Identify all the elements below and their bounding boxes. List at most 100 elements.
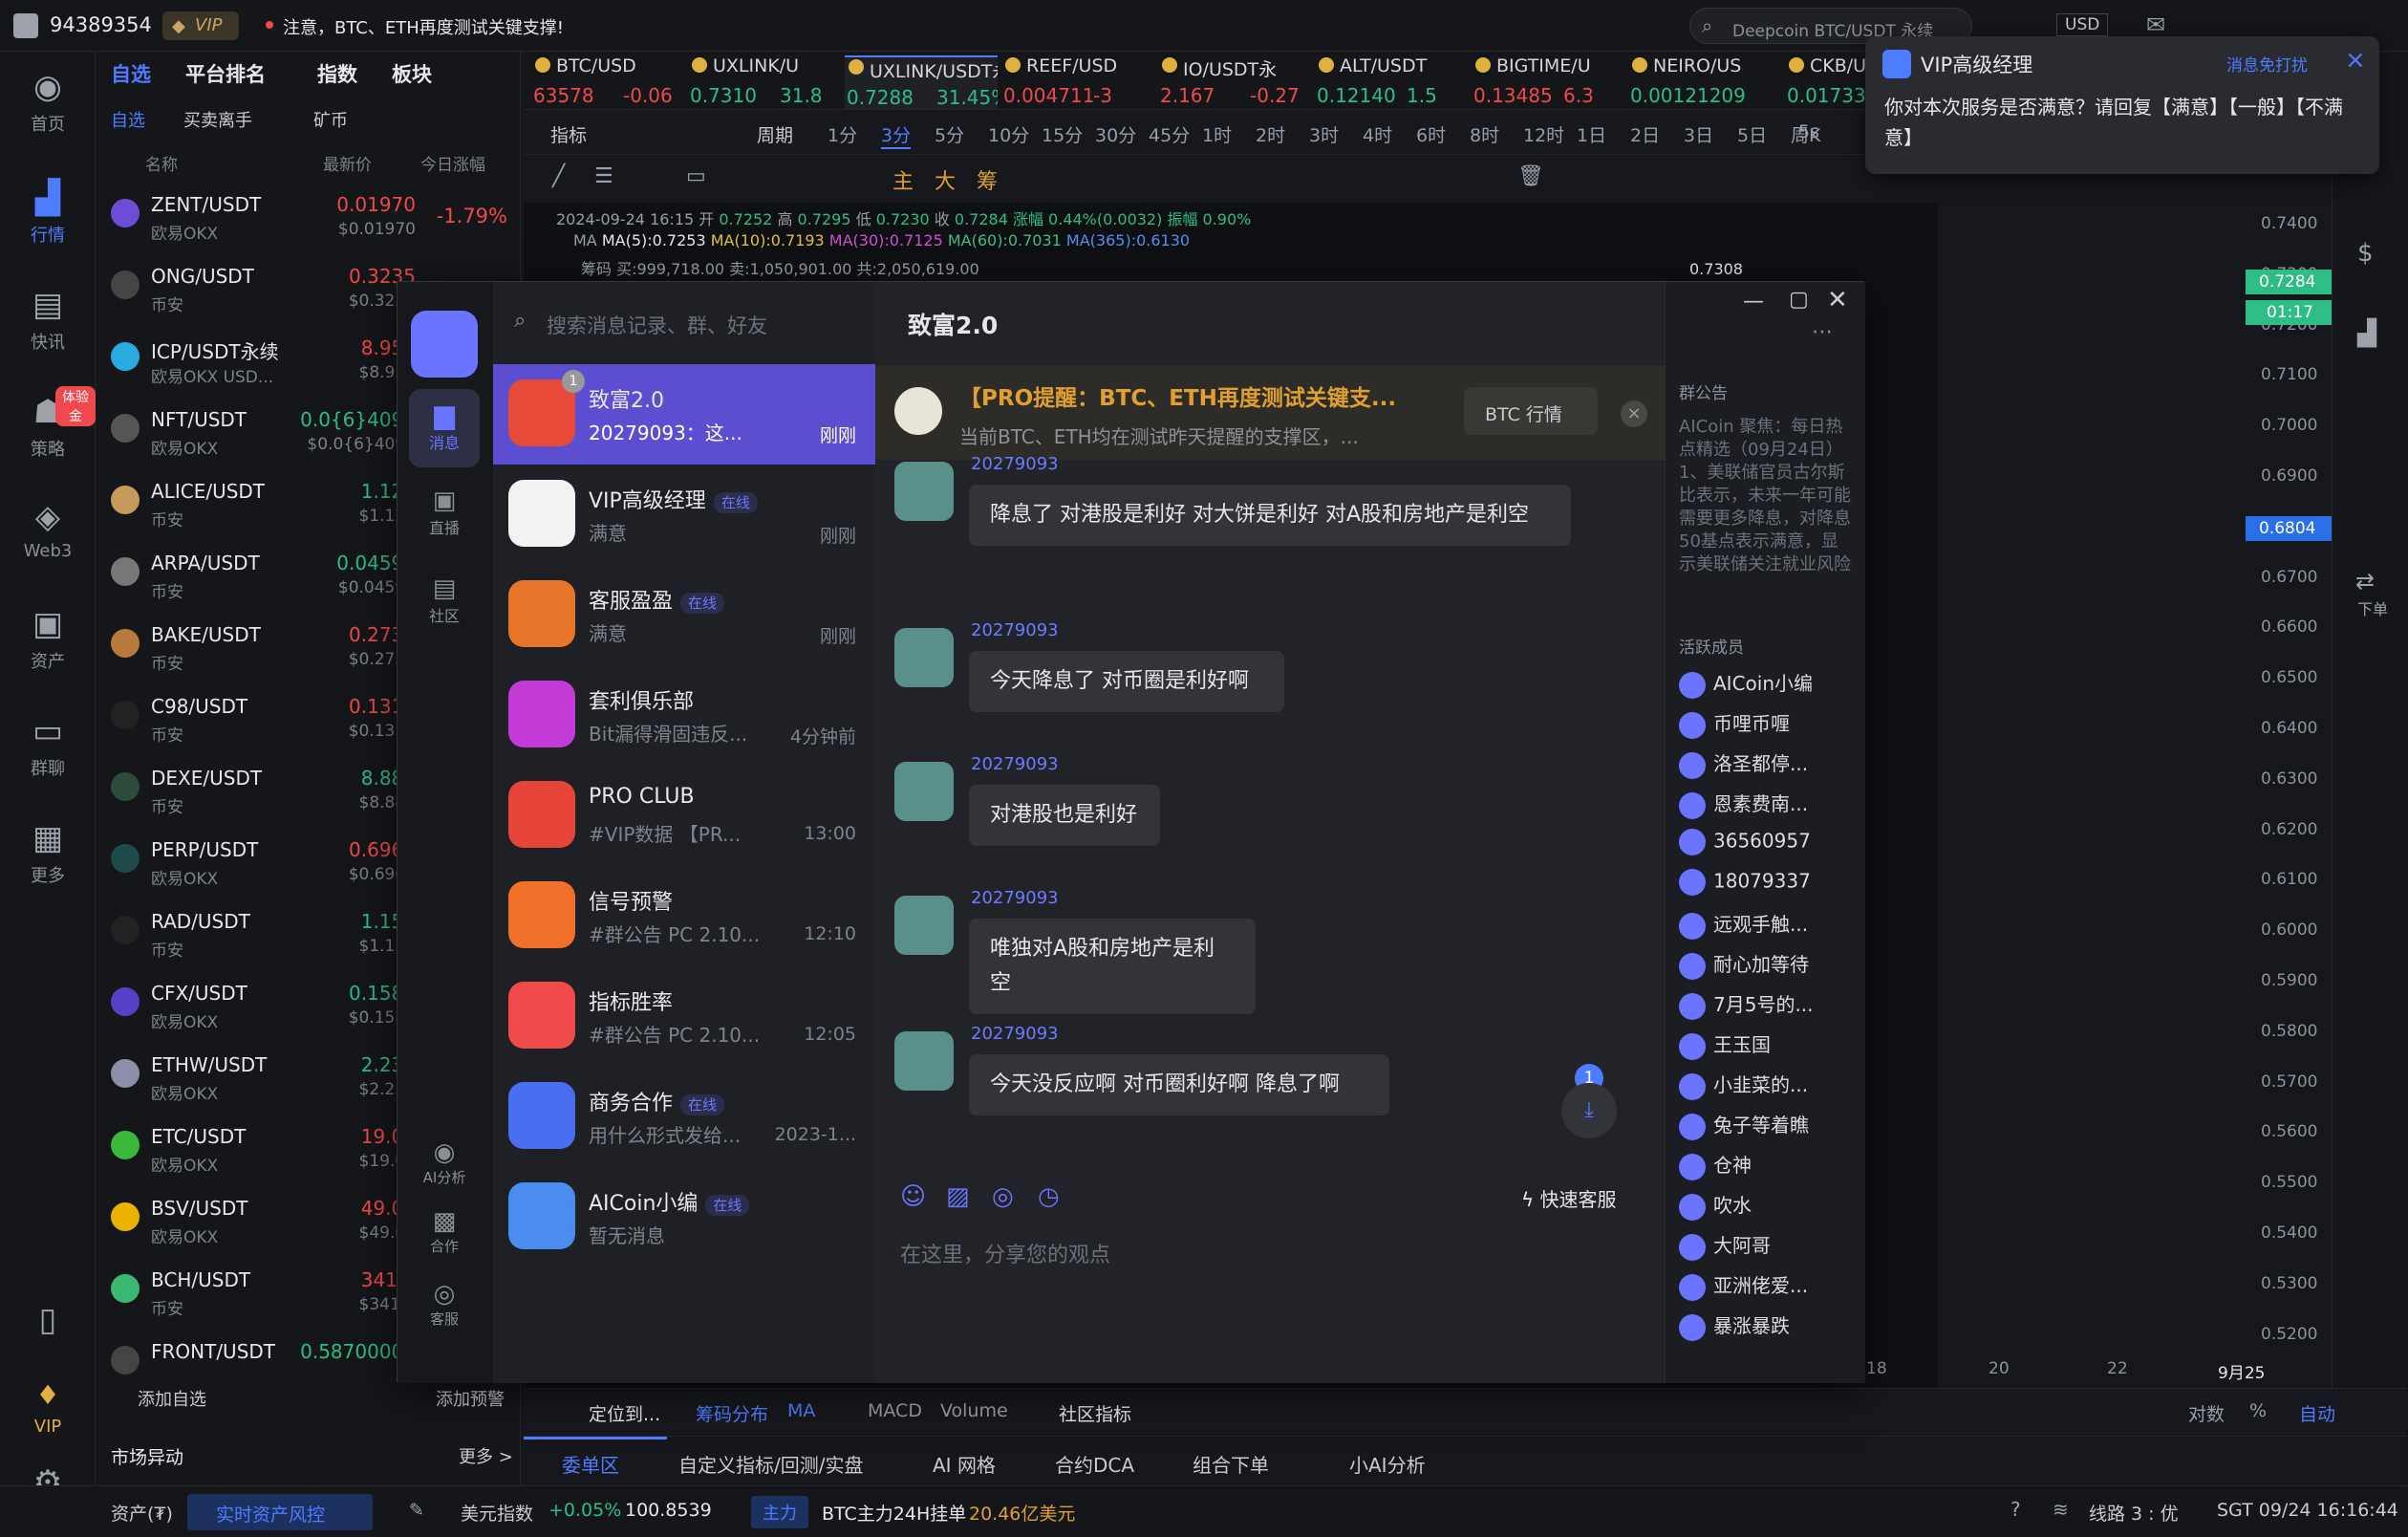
- risk-control-button[interactable]: 实时资产风控: [187, 1494, 373, 1530]
- user-id[interactable]: 94389354: [50, 13, 152, 36]
- frame-8[interactable]: 2时: [1256, 121, 1285, 147]
- conversation-item[interactable]: 套利俱乐部 Bit漏得滑固违反... 4分钟前: [493, 665, 875, 766]
- frame-15[interactable]: 2日: [1630, 121, 1660, 147]
- name-header[interactable]: 名称: [145, 151, 178, 175]
- market-move-label[interactable]: 市场异动: [111, 1443, 183, 1469]
- more-options-icon[interactable]: ⋯: [1812, 320, 1833, 344]
- btc-market-button[interactable]: BTC 行情: [1464, 387, 1598, 435]
- vip-badge[interactable]: ◆ VIP: [162, 11, 239, 40]
- avatar[interactable]: [411, 311, 478, 378]
- message-input[interactable]: 在这里，分享您的观点: [900, 1238, 1645, 1295]
- frame-5[interactable]: 30分: [1095, 121, 1136, 147]
- frame-7[interactable]: 1时: [1202, 121, 1232, 147]
- more-link[interactable]: 更多 >: [459, 1443, 513, 1468]
- member-item[interactable]: 币哩币喱: [1679, 708, 1790, 741]
- watchlist-row[interactable]: ZENT/USDT 欧易OKX 0.01970 $0.01970 -1.79%: [96, 184, 521, 255]
- frame-2[interactable]: 5分: [935, 121, 964, 147]
- tab-sector[interactable]: 板块: [392, 59, 432, 88]
- nav-live[interactable]: ▣ 直播: [409, 487, 480, 563]
- ticker-tab[interactable]: ALT/USDT 0.12140 1.5: [1315, 55, 1468, 109]
- nav-vip[interactable]: ♦ VIP: [0, 1382, 96, 1438]
- main-chip-button[interactable]: 主: [892, 164, 914, 195]
- nav-market[interactable]: ▟ 行情: [0, 182, 96, 247]
- tab-ai-analysis[interactable]: 小AI分析: [1349, 1450, 1426, 1478]
- mail-icon[interactable]: ✉: [2146, 11, 2165, 38]
- conversation-item[interactable]: 致富2.0 20279093：这... 刚刚 1: [493, 364, 875, 465]
- subtab-mining[interactable]: 矿币: [313, 107, 348, 132]
- price-header[interactable]: 最新价: [323, 151, 372, 175]
- big-chip-button[interactable]: 大: [935, 164, 956, 195]
- user-icon[interactable]: [13, 13, 38, 38]
- sender-name[interactable]: 20279093: [971, 454, 1059, 474]
- scroll-bottom-button[interactable]: ⤓: [1561, 1083, 1617, 1138]
- quick-support-button[interactable]: ϟ 快速客服: [1521, 1184, 1617, 1212]
- sender-name[interactable]: 20279093: [971, 754, 1059, 774]
- sender-avatar[interactable]: [894, 1031, 954, 1091]
- dialog-search[interactable]: ⌕ 搜索消息记录、群、好友: [493, 297, 875, 349]
- frame-17[interactable]: 5日: [1737, 121, 1767, 147]
- phone-button[interactable]: ▯: [0, 1304, 96, 1344]
- frame-10[interactable]: 4时: [1363, 121, 1392, 147]
- ticker-tab[interactable]: BIGTIME/U 0.13485 6.3: [1472, 55, 1624, 109]
- ticker-tab[interactable]: REEF/USD 0.004711 -3: [1001, 55, 1154, 109]
- frame-9[interactable]: 3时: [1309, 121, 1339, 147]
- member-item[interactable]: 18079337: [1679, 869, 1811, 901]
- nav-web3[interactable]: ◈ Web3: [0, 501, 96, 561]
- add-alert-button[interactable]: 添加预警: [436, 1386, 505, 1411]
- tab-index[interactable]: 指数: [317, 59, 357, 88]
- ticker-tab[interactable]: IO/USDT永 2.167 -0.27: [1158, 55, 1311, 109]
- message-bubble[interactable]: 今天没反应啊 对币圈利好啊 降息了啊: [969, 1054, 1389, 1115]
- frame-4[interactable]: 15分: [1042, 121, 1083, 147]
- member-item[interactable]: 吹水: [1679, 1190, 1752, 1223]
- nav-messages[interactable]: ▆ 消息: [409, 389, 480, 467]
- maximize-icon[interactable]: ▢: [1789, 288, 1809, 312]
- help-icon[interactable]: ?: [2010, 1498, 2021, 1521]
- conversation-item[interactable]: 信号预警 #群公告 PC 2.10... 12:10: [493, 866, 875, 966]
- line-tool-icon[interactable]: ╱: [552, 164, 565, 188]
- sender-name[interactable]: 20279093: [971, 620, 1059, 640]
- conversation-item[interactable]: 指标胜率 #群公告 PC 2.10... 12:05: [493, 966, 875, 1067]
- close-icon[interactable]: ×: [2345, 46, 2366, 75]
- edit-icon[interactable]: ✎: [409, 1500, 424, 1521]
- nav-support[interactable]: ◎ 客服: [409, 1280, 480, 1356]
- frame-16[interactable]: 3日: [1684, 121, 1713, 147]
- sender-avatar[interactable]: [894, 628, 954, 687]
- clock-icon[interactable]: ◷: [1038, 1182, 1060, 1211]
- indicator-button[interactable]: 指标: [550, 121, 587, 147]
- member-item[interactable]: 远观手触...: [1679, 909, 1808, 942]
- frame-6[interactable]: 45分: [1149, 121, 1190, 147]
- frame-3[interactable]: 10分: [988, 121, 1029, 147]
- bar-chart-icon[interactable]: ▟: [2357, 319, 2376, 348]
- asset-label[interactable]: 资产(₮): [111, 1500, 173, 1526]
- sender-name[interactable]: 20279093: [971, 888, 1059, 908]
- nav-asset[interactable]: ▣ 资产: [0, 608, 96, 673]
- currency-select[interactable]: USD: [2056, 13, 2109, 36]
- change-header[interactable]: 今日涨幅: [420, 151, 485, 175]
- order-icon[interactable]: ⇄: [2355, 568, 2375, 595]
- message-bubble[interactable]: 对港股也是利好: [969, 785, 1160, 846]
- sender-avatar[interactable]: [894, 896, 954, 955]
- message-bubble[interactable]: 降息了 对港股是利好 对大饼是利好 对A股和房地产是利空: [969, 485, 1571, 546]
- ma-button[interactable]: MA: [787, 1400, 815, 1421]
- ticker-tab[interactable]: UXLINK/USDT永续 0.7288 31.45%: [845, 55, 998, 109]
- tab-ranking[interactable]: 平台排名: [185, 59, 266, 88]
- ticker-tab[interactable]: UXLINK/U 0.7310 31.8: [688, 55, 841, 109]
- message-bubble[interactable]: 今天降息了 对币圈是利好啊: [969, 651, 1284, 712]
- subtab-trade[interactable]: 买卖离手: [183, 107, 252, 132]
- message-bubble[interactable]: 唯独对A股和房地产是利空: [969, 919, 1256, 1014]
- member-item[interactable]: 洛圣都停...: [1679, 748, 1808, 781]
- member-item[interactable]: 亚洲佬爱...: [1679, 1270, 1808, 1303]
- trash-icon[interactable]: 🗑: [1517, 164, 1544, 188]
- tab-orders[interactable]: 委单区: [562, 1450, 619, 1478]
- member-item[interactable]: 王玉国: [1679, 1029, 1771, 1062]
- tab-combo-order[interactable]: 组合下单: [1193, 1450, 1269, 1478]
- hline-tool-icon[interactable]: ☰: [594, 164, 613, 188]
- frame-11[interactable]: 6时: [1416, 121, 1446, 147]
- nav-groupchat[interactable]: ▭ 群聊: [0, 715, 96, 780]
- member-item[interactable]: 7月5号的...: [1679, 989, 1814, 1022]
- place-order-label[interactable]: 下单: [2357, 596, 2388, 619]
- percent-button[interactable]: %: [2249, 1400, 2267, 1421]
- rect-tool-icon[interactable]: ▭: [686, 164, 706, 188]
- member-item[interactable]: 小韭菜的...: [1679, 1070, 1808, 1102]
- conversation-item[interactable]: 客服盈盈 在线 满意 刚刚: [493, 565, 875, 665]
